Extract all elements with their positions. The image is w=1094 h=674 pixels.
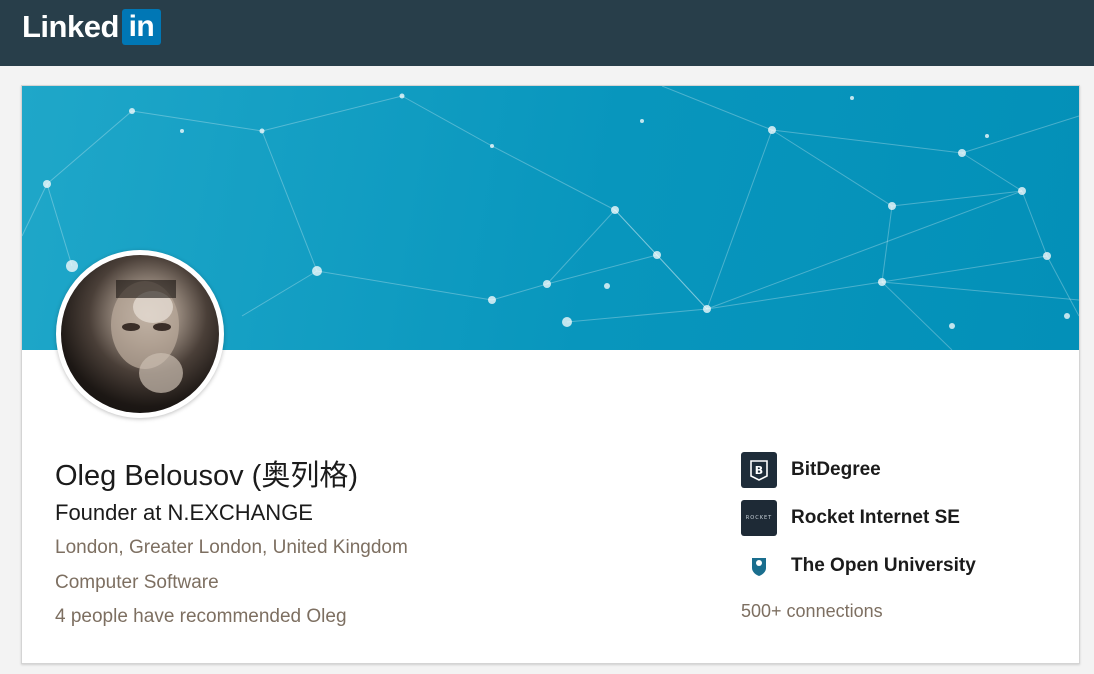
rocket-logo-text: ROCKET	[745, 515, 773, 521]
company-name: Rocket Internet SE	[791, 507, 960, 528]
logo-in-box: in	[121, 9, 161, 45]
svg-text:B: B	[755, 464, 763, 477]
bitdegree-logo-icon: B	[741, 452, 777, 488]
company-name: The Open University	[791, 555, 976, 576]
avatar-image	[61, 255, 219, 413]
profile-location: London, Greater London, United Kingdom	[55, 537, 408, 558]
top-navigation-bar: Linked in	[0, 0, 1094, 66]
connections-count: 500+ connections	[741, 601, 883, 621]
profile-name: Oleg Belousov (奥列格)	[55, 460, 358, 492]
profile-card: Oleg Belousov (奥列格) Founder at N.EXCHANG…	[21, 85, 1080, 664]
company-name: BitDegree	[791, 459, 881, 480]
recommendations-count: 4 people have recommended Oleg	[55, 606, 347, 627]
company-bitdegree[interactable]: B BitDegree	[741, 452, 881, 488]
logo-wordmark: Linked	[22, 9, 119, 44]
profile-industry: Computer Software	[55, 572, 219, 593]
linkedin-logo[interactable]: Linked in	[22, 9, 161, 45]
company-open-university[interactable]: The Open University	[741, 548, 976, 584]
profile-headline: Founder at N.EXCHANGE	[55, 500, 313, 525]
company-rocket-internet[interactable]: ROCKET Rocket Internet SE	[741, 500, 960, 536]
open-university-logo-icon	[741, 548, 777, 584]
rocket-internet-logo-icon: ROCKET	[741, 500, 777, 536]
profile-photo[interactable]	[56, 250, 224, 418]
